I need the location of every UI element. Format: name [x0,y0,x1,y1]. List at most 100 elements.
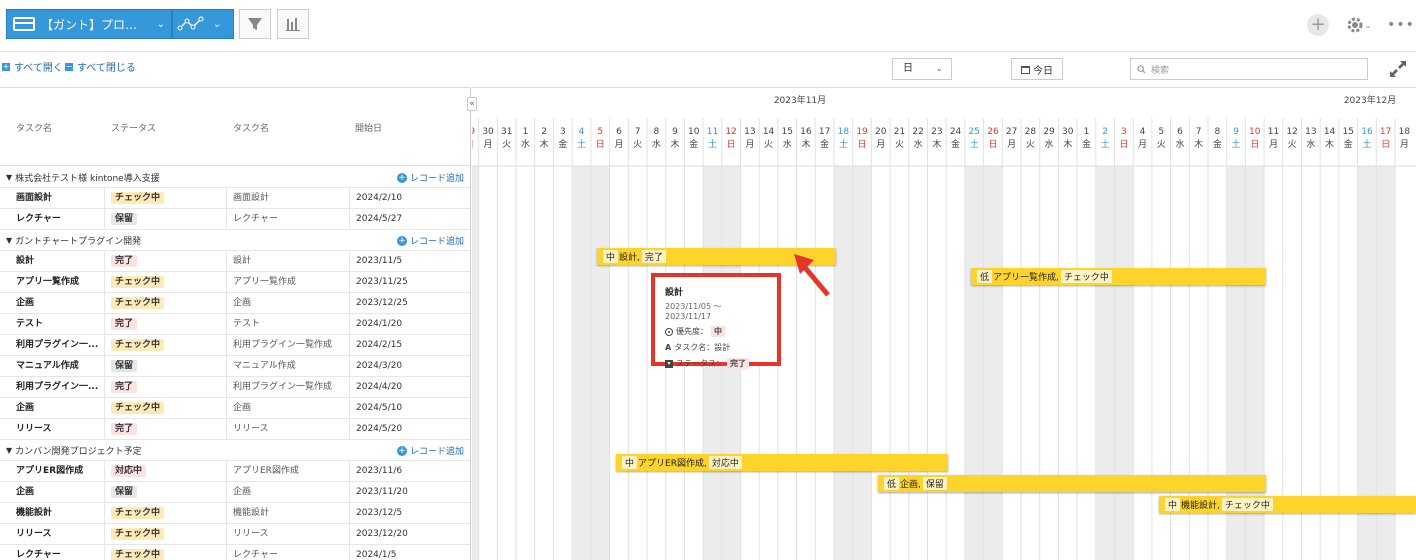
table-row[interactable]: 企画 チェック中 企画 2023/12/25 [0,293,470,314]
task-cell[interactable]: アプリ一覧作成 [16,272,100,292]
group-row[interactable]: ▼ 株式会社テスト様 kintone導入支援 + レコード追加 [0,167,470,188]
task-cell[interactable]: アプリER図作成 [16,461,100,481]
start-date-cell[interactable]: 2023/12/5 [349,503,470,523]
start-date-cell[interactable]: 2024/5/27 [349,209,470,229]
task-cell[interactable]: 利用プラグイン一... [16,377,100,397]
gantt-bar[interactable]: 中アプリER図作成, 対応中 [616,454,948,471]
settings-button[interactable]: ⌄ [1342,12,1374,38]
table-row[interactable]: 画面設計 チェック中 画面設計 2024/2/10 [0,188,470,209]
add-record-link[interactable]: + レコード追加 [396,234,464,247]
start-date-cell[interactable]: 2023/11/20 [349,482,470,502]
name-cell[interactable]: マニュアル作成 [226,356,348,376]
name-cell[interactable]: 画面設計 [226,188,348,208]
unit-select[interactable]: 日 ⌄ [892,58,952,80]
group-row[interactable]: ▼ カンバン開発プロジェクト予定 + レコード追加 [0,440,470,461]
task-cell[interactable]: テスト [16,314,100,334]
gantt-bar[interactable]: 低企画, 保留 [878,475,1266,492]
today-button[interactable]: 今日 [1011,58,1063,80]
table-row[interactable]: 企画 チェック中 企画 2024/5/10 [0,398,470,419]
start-date-cell[interactable]: 2023/12/25 [349,293,470,313]
table-row[interactable]: レクチャー チェック中 レクチャー 2024/1/5 [0,545,470,560]
status-cell[interactable]: 保留 [104,209,224,229]
name-cell[interactable]: アプリ一覧作成 [226,272,348,292]
status-cell[interactable]: 完了 [104,314,224,334]
status-cell[interactable]: チェック中 [104,293,224,313]
add-record-link[interactable]: + レコード追加 [396,171,464,184]
status-cell[interactable]: チェック中 [104,545,224,560]
status-cell[interactable]: チェック中 [104,503,224,523]
gantt-bar[interactable]: 中機能設計, チェック中 [1159,496,1416,513]
name-cell[interactable]: レクチャー [226,209,348,229]
table-row[interactable]: 設計 完了 設計 2023/11/5 [0,251,470,272]
start-date-cell[interactable]: 2024/1/5 [349,545,470,560]
fullscreen-button[interactable] [1387,58,1409,80]
start-date-cell[interactable]: 2024/5/20 [349,419,470,439]
view-selector[interactable]: 【ガント】プロジェ… ⌄ [6,9,172,39]
task-cell[interactable]: レクチャー [16,545,100,560]
table-row[interactable]: アプリER図作成 対応中 アプリER図作成 2023/11/6 [0,461,470,482]
more-options-button[interactable]: ••• [1387,12,1414,38]
column-header-status[interactable]: ステータス [111,121,156,134]
column-header-name[interactable]: タスク名 [233,121,269,134]
start-date-cell[interactable]: 2024/3/20 [349,356,470,376]
name-cell[interactable]: 企画 [226,482,348,502]
name-cell[interactable]: リリース [226,419,348,439]
caret-down-icon[interactable]: ▼ [6,446,12,455]
status-cell[interactable]: 完了 [104,251,224,271]
table-row[interactable]: テスト 完了 テスト 2024/1/20 [0,314,470,335]
task-cell[interactable]: レクチャー [16,209,100,229]
task-cell[interactable]: 設計 [16,251,100,271]
name-cell[interactable]: 企画 [226,293,348,313]
task-cell[interactable]: 企画 [16,482,100,502]
start-date-cell[interactable]: 2024/4/20 [349,377,470,397]
status-cell[interactable]: 対応中 [104,461,224,481]
task-cell[interactable]: リリース [16,524,100,544]
task-cell[interactable]: 利用プラグイン一... [16,335,100,355]
table-row[interactable]: 利用プラグイン一... 完了 利用プラグイン一覧作成 2024/4/20 [0,377,470,398]
table-row[interactable]: アプリ一覧作成 チェック中 アプリ一覧作成 2023/11/25 [0,272,470,293]
graph-chart-button[interactable] [277,9,309,39]
name-cell[interactable]: レクチャー [226,545,348,560]
name-cell[interactable]: 機能設計 [226,503,348,523]
task-cell[interactable]: 企画 [16,398,100,418]
start-date-cell[interactable]: 2023/12/20 [349,524,470,544]
start-date-cell[interactable]: 2024/5/10 [349,398,470,418]
start-date-cell[interactable]: 2024/2/10 [349,188,470,208]
status-cell[interactable]: チェック中 [104,272,224,292]
gantt-bar[interactable]: 低アプリ一覧作成, チェック中 [971,268,1266,285]
start-date-cell[interactable]: 2024/1/20 [349,314,470,334]
status-cell[interactable]: チェック中 [104,398,224,418]
task-cell[interactable]: 機能設計 [16,503,100,523]
status-cell[interactable]: 保留 [104,356,224,376]
name-cell[interactable]: 利用プラグイン一覧作成 [226,377,348,397]
name-cell[interactable]: テスト [226,314,348,334]
name-cell[interactable]: アプリER図作成 [226,461,348,481]
table-row[interactable]: マニュアル作成 保留 マニュアル作成 2024/3/20 [0,356,470,377]
start-date-cell[interactable]: 2024/2/15 [349,335,470,355]
status-cell[interactable]: 保留 [104,482,224,502]
graph-button[interactable]: ⌄ [172,9,234,39]
task-cell[interactable]: 企画 [16,293,100,313]
task-cell[interactable]: リリース [16,419,100,439]
status-cell[interactable]: チェック中 [104,524,224,544]
start-date-cell[interactable]: 2023/11/6 [349,461,470,481]
start-date-cell[interactable]: 2023/11/25 [349,272,470,292]
table-row[interactable]: リリース チェック中 リリース 2023/12/20 [0,524,470,545]
caret-down-icon[interactable]: ▼ [6,236,12,245]
group-row[interactable]: ▼ ガントチャートプラグイン開発 + レコード追加 [0,230,470,251]
task-cell[interactable]: 画面設計 [16,188,100,208]
caret-down-icon[interactable]: ▼ [6,173,12,182]
expand-all-link[interactable]: + すべて開く [2,59,63,74]
table-row[interactable]: 企画 保留 企画 2023/11/20 [0,482,470,503]
table-row[interactable]: 機能設計 チェック中 機能設計 2023/12/5 [0,503,470,524]
name-cell[interactable]: リリース [226,524,348,544]
start-date-cell[interactable]: 2023/11/5 [349,251,470,271]
column-header-start[interactable]: 開始日 [355,121,382,134]
name-cell[interactable]: 設計 [226,251,348,271]
status-cell[interactable]: 完了 [104,419,224,439]
add-record-link[interactable]: + レコード追加 [396,444,464,457]
status-cell[interactable]: チェック中 [104,188,224,208]
table-row[interactable]: 利用プラグイン一... チェック中 利用プラグイン一覧作成 2024/2/15 [0,335,470,356]
filter-button[interactable] [239,9,271,39]
collapse-all-link[interactable]: − すべて閉じる [65,59,136,74]
